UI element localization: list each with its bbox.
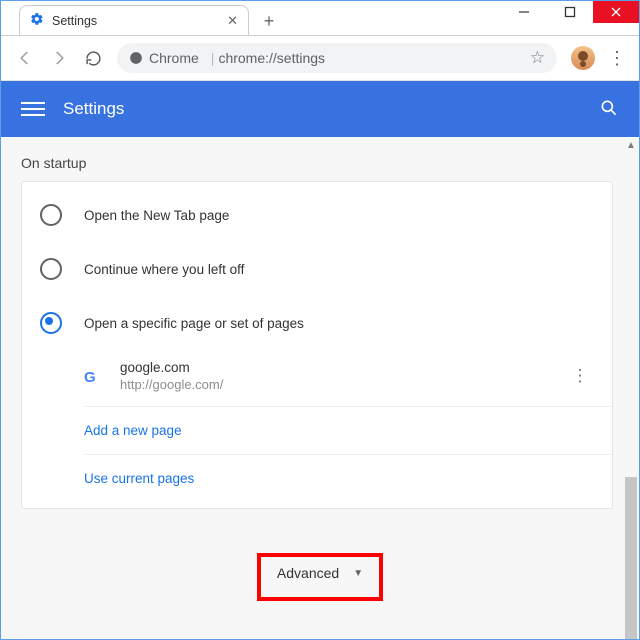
startup-page-text: google.com http://google.com/	[120, 360, 223, 392]
radio-icon	[40, 258, 62, 280]
radio-label: Open the New Tab page	[84, 208, 229, 223]
google-favicon-icon: G	[84, 369, 104, 386]
url-text: chrome://settings	[218, 50, 325, 66]
radio-label: Continue where you left off	[84, 262, 244, 277]
startup-page-name: google.com	[120, 360, 223, 375]
use-current-pages-link[interactable]: Use current pages	[84, 455, 612, 502]
profile-avatar[interactable]	[571, 46, 595, 70]
reload-button[interactable]	[77, 42, 109, 74]
radio-icon	[40, 204, 62, 226]
bookmark-star-icon[interactable]: ☆	[530, 48, 545, 68]
new-tab-button[interactable]: +	[255, 7, 283, 35]
settings-content: On startup Open the New Tab page Continu…	[1, 137, 639, 639]
scroll-up-icon[interactable]: ▲	[623, 137, 639, 153]
page-row-menu-icon[interactable]: ⋮	[566, 366, 594, 386]
tab-close-icon[interactable]: ✕	[227, 13, 238, 29]
settings-title: Settings	[63, 99, 124, 119]
browser-tab[interactable]: Settings ✕	[19, 5, 249, 35]
add-new-page-link[interactable]: Add a new page	[84, 407, 612, 455]
startup-option-newtab[interactable]: Open the New Tab page	[22, 188, 612, 242]
radio-selected-icon	[40, 312, 62, 334]
browser-menu-icon[interactable]: ⋮	[603, 48, 631, 69]
browser-toolbar: Chrome | chrome://settings ☆ ⋮	[1, 35, 639, 81]
startup-option-specific[interactable]: Open a specific page or set of pages	[22, 296, 612, 350]
site-info-icon[interactable]: Chrome	[129, 50, 199, 66]
scrollbar-thumb[interactable]	[625, 477, 637, 639]
radio-label: Open a specific page or set of pages	[84, 316, 304, 331]
menu-hamburger-icon[interactable]	[21, 102, 45, 116]
annotation-highlight	[257, 553, 383, 601]
settings-gear-icon	[30, 12, 44, 29]
startup-option-continue[interactable]: Continue where you left off	[22, 242, 612, 296]
address-bar[interactable]: Chrome | chrome://settings ☆	[117, 43, 557, 73]
startup-card: Open the New Tab page Continue where you…	[21, 181, 613, 509]
tab-title: Settings	[52, 14, 227, 28]
forward-button[interactable]	[43, 42, 75, 74]
scrollbar-track[interactable]: ▲	[623, 137, 639, 639]
startup-pages-panel: G google.com http://google.com/ ⋮ Add a …	[84, 350, 612, 502]
omnibox-divider: |	[211, 50, 215, 66]
back-button[interactable]	[9, 42, 41, 74]
settings-header: Settings	[1, 81, 639, 137]
search-icon[interactable]	[599, 98, 619, 121]
tab-strip: Settings ✕ +	[1, 3, 639, 35]
browser-window: Settings ✕ + Chrome | chrome://settings …	[0, 0, 640, 640]
startup-page-row: G google.com http://google.com/ ⋮	[84, 350, 612, 407]
origin-label: Chrome	[149, 50, 199, 66]
startup-page-url: http://google.com/	[120, 377, 223, 392]
section-title-startup: On startup	[1, 137, 633, 181]
